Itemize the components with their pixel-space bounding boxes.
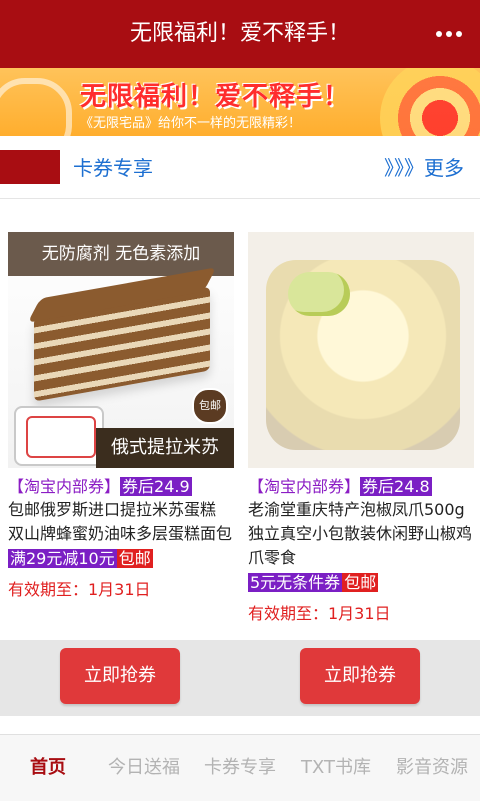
product-card[interactable]: 无防腐剂 无色素添加 包邮 俄式提拉米苏 【淘宝内部券】 券后24.9 包邮俄罗斯… [8, 232, 234, 600]
coupon-text: 满29元减10元 [8, 549, 117, 568]
tab-home[interactable]: 首页 [0, 735, 96, 801]
dot-icon [436, 31, 442, 37]
product-tag-line: 【淘宝内部券】 券后24.8 [248, 476, 474, 498]
coupon-text: 5元无条件券 [248, 573, 343, 592]
grab-coupon-button[interactable]: 立即抢券 [300, 648, 420, 704]
cake-slice-graphic [34, 286, 210, 402]
section-header: 卡券专享 》》》更多 [0, 136, 480, 199]
product-title[interactable]: 包邮俄罗斯进口提拉米苏蛋糕 双山牌蜂蜜奶油味多层蛋糕面包 [8, 498, 234, 546]
product-price: 券后24.9 [120, 477, 192, 496]
image-bottom-label: 俄式提拉米苏 [96, 428, 234, 468]
app-title: 无限福利！爱不释手！ [129, 21, 350, 46]
top-bar: 无限福利！爱不释手！ [0, 0, 480, 68]
pickled-pepper-graphic [288, 272, 350, 316]
tab-daily-gift[interactable]: 今日送福 [96, 735, 192, 801]
banner-swirl-graphic [0, 78, 72, 136]
shipping-badge: 包邮 [116, 549, 153, 568]
shipping-badge: 包邮 [342, 573, 379, 592]
banner-sunburst-graphic [380, 68, 480, 136]
banner-subtitle: 《无限宅品》给你不一样的无限精彩！ [80, 116, 302, 131]
grab-coupon-button[interactable]: 立即抢券 [60, 648, 180, 704]
section-marker [0, 150, 60, 184]
expire-date: 有效期至：1月31日 [8, 580, 151, 599]
product-image[interactable] [248, 232, 474, 468]
product-tag: 【淘宝内部券】 [248, 477, 361, 496]
image-badge: 包邮 [192, 388, 228, 424]
section-more-link[interactable]: 》》》更多 [384, 152, 464, 181]
dot-icon [456, 31, 462, 37]
banner-slogan: 无限福利！爱不释手！ [80, 82, 351, 112]
product-title[interactable]: 老渝堂重庆特产泡椒凤爪500g独立真空小包散装休闲野山椒鸡爪零食 [248, 498, 474, 570]
tab-txt-library[interactable]: TXT书库 [288, 735, 384, 801]
coupon-line: 5元无条件券 包邮 [248, 572, 474, 594]
tab-coupons[interactable]: 卡券专享 [192, 735, 288, 801]
bottom-tab-bar: 首页 今日送福 卡券专享 TXT书库 影音资源 [0, 734, 480, 801]
tab-media[interactable]: 影音资源 [384, 735, 480, 801]
coupon-line: 满29元减10元 包邮 [8, 548, 234, 570]
promo-banner[interactable]: 无限福利！爱不释手！ 《无限宅品》给你不一样的无限精彩！ [0, 68, 480, 136]
action-bar: 立即抢券 立即抢券 [0, 640, 480, 716]
product-card[interactable]: 【淘宝内部券】 券后24.8 老渝堂重庆特产泡椒凤爪500g独立真空小包散装休闲野… [248, 232, 474, 624]
product-price: 券后24.8 [360, 477, 432, 496]
product-tag: 【淘宝内部券】 [8, 477, 121, 496]
section-title: 卡券专享 [73, 156, 153, 180]
more-icon[interactable] [436, 22, 462, 46]
expire-date: 有效期至：1月31日 [248, 604, 391, 623]
product-image[interactable]: 无防腐剂 无色素添加 包邮 俄式提拉米苏 [8, 232, 234, 468]
dot-icon [446, 31, 452, 37]
cake-box-graphic [14, 406, 104, 466]
product-tag-line: 【淘宝内部券】 券后24.9 [8, 476, 234, 498]
